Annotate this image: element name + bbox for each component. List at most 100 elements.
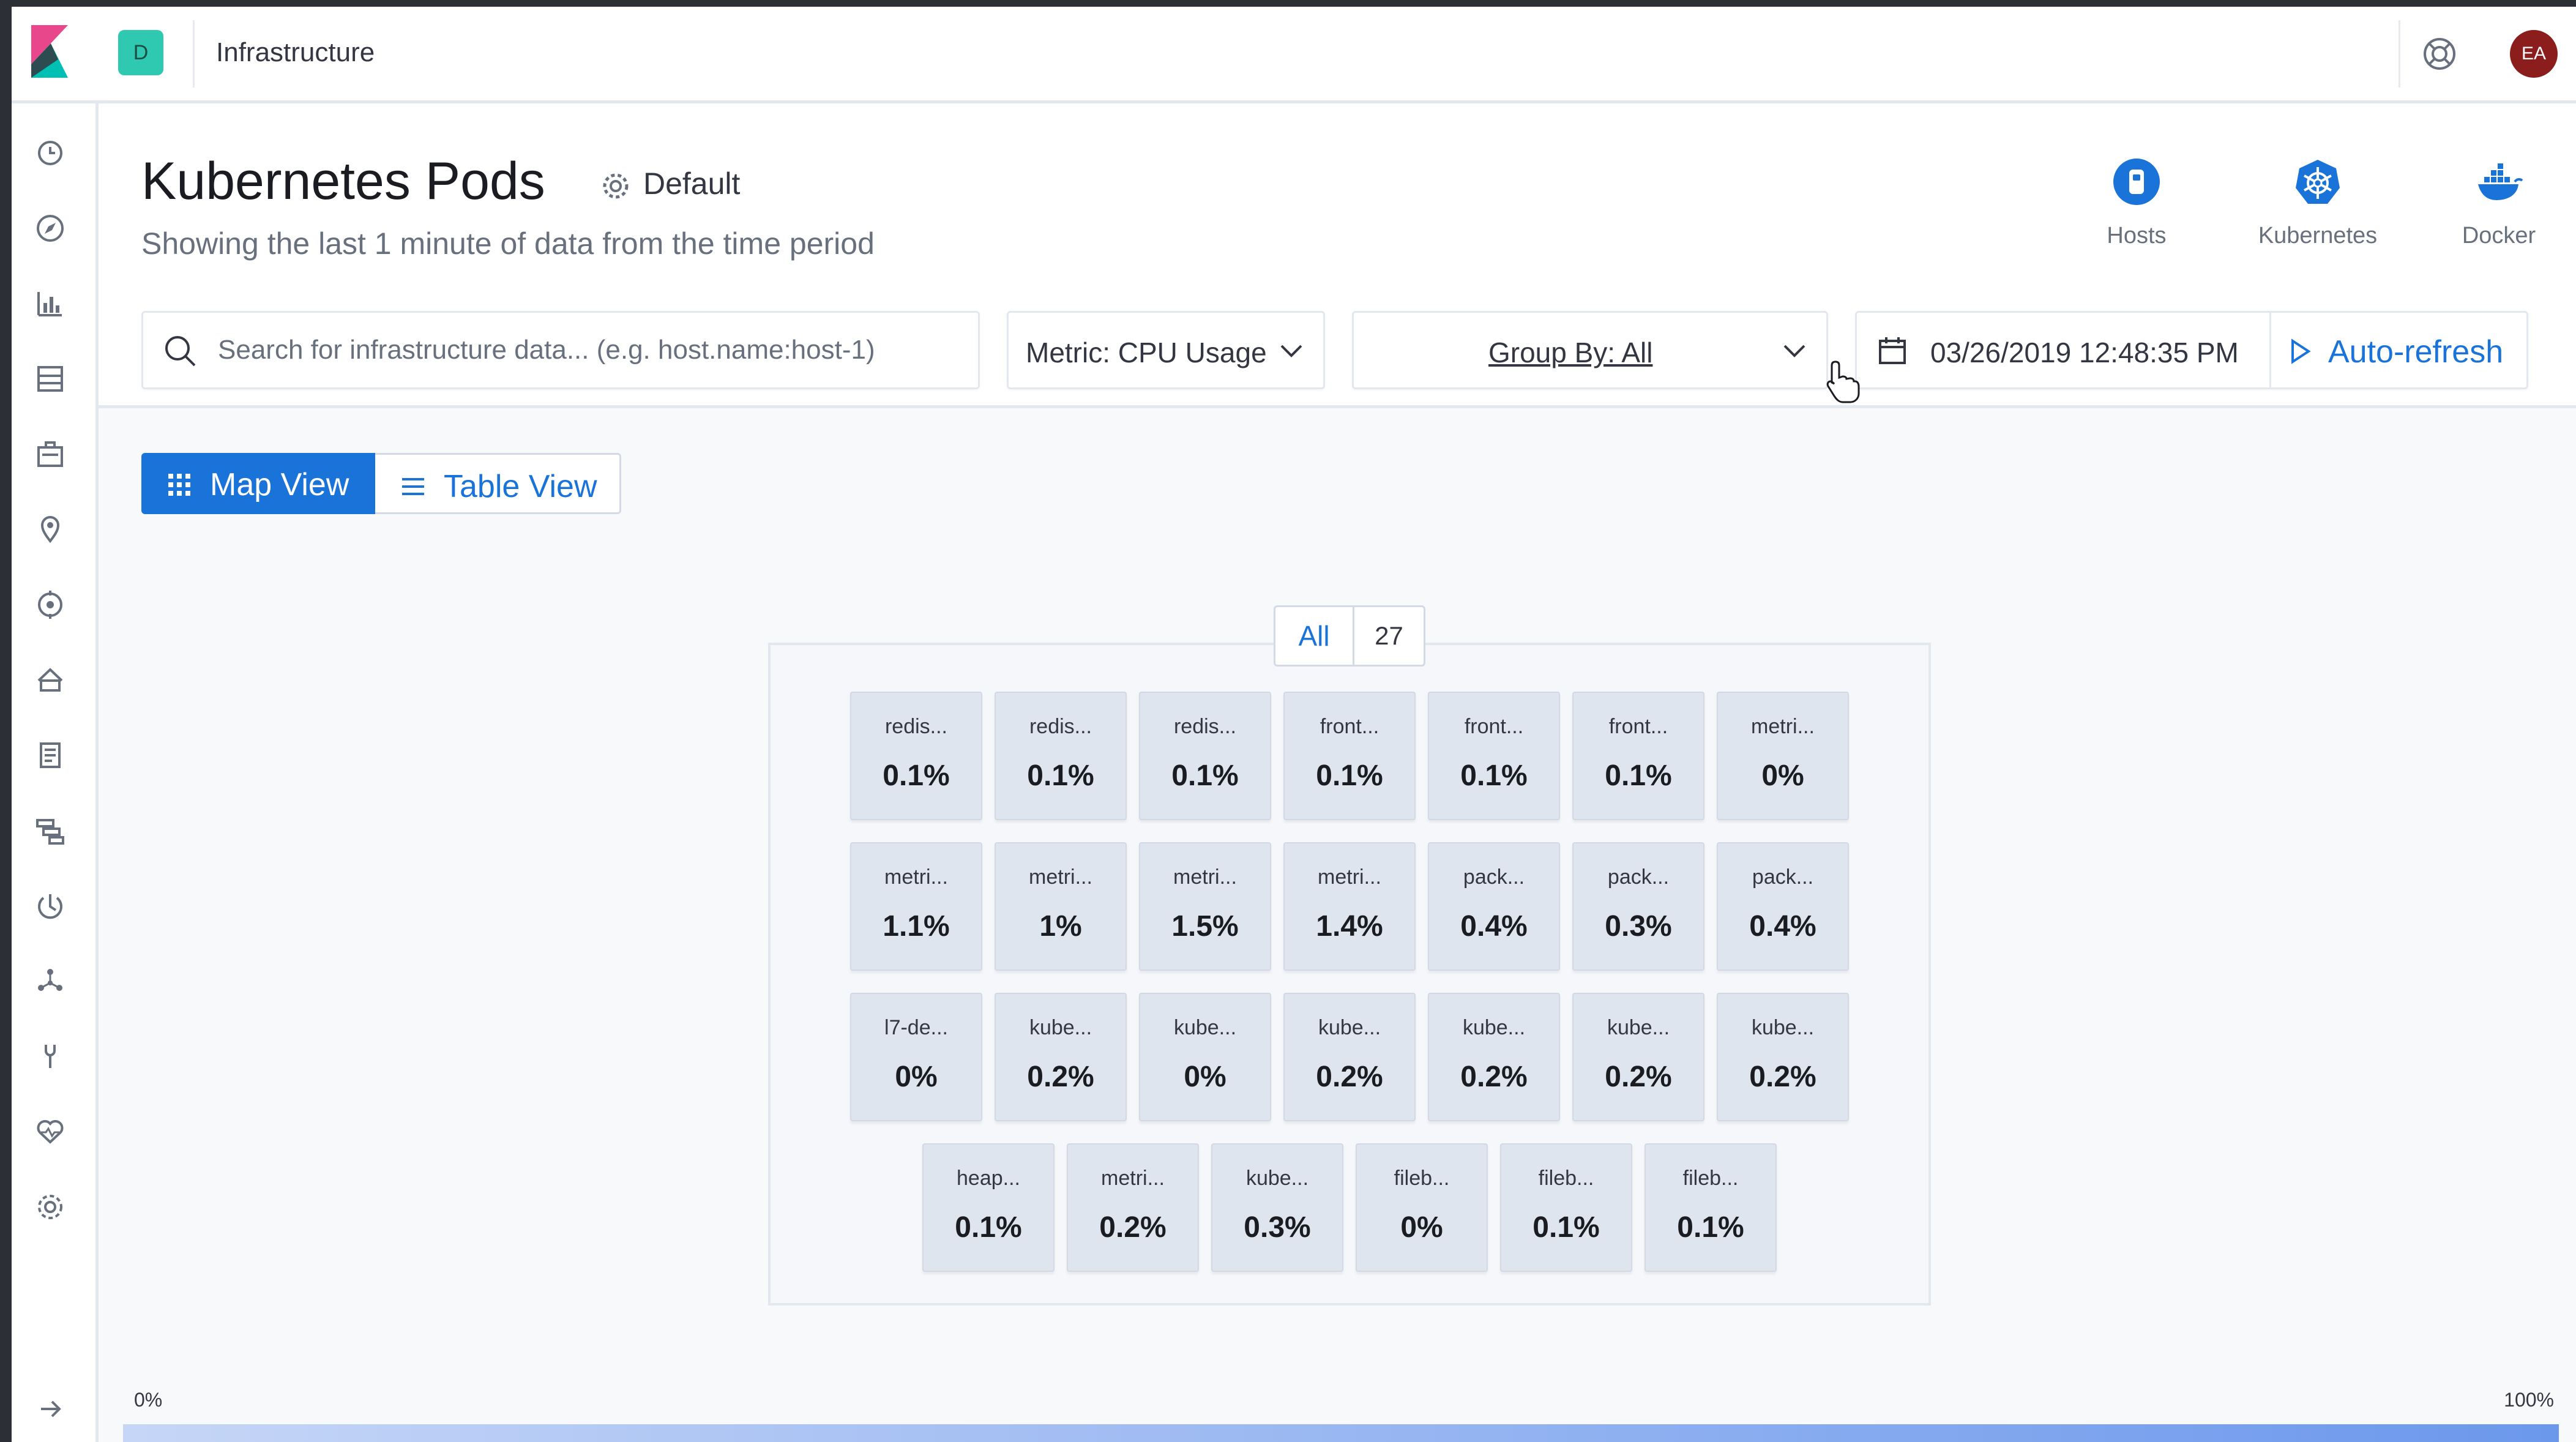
pod-name: metri... (1101, 1167, 1165, 1190)
kibana-logo-icon[interactable] (31, 25, 68, 78)
source-docker[interactable]: Docker (2419, 157, 2576, 249)
pod-value: 1.4% (1316, 910, 1383, 943)
pod-value: 0.1% (1316, 760, 1383, 792)
pod-node[interactable]: redis... 0.1% (995, 692, 1127, 820)
pod-node[interactable]: kube... 0% (1139, 993, 1271, 1121)
monitoring-icon[interactable] (32, 1114, 68, 1149)
datetime-value: 03/26/2019 12:48:35 PM (1930, 337, 2239, 368)
pod-node[interactable]: pack... 0.4% (1717, 842, 1849, 971)
pod-node[interactable]: metri... 1.5% (1139, 842, 1271, 971)
pod-node[interactable]: pack... 0.3% (1572, 842, 1704, 971)
visualize-icon[interactable] (32, 286, 68, 321)
pod-name: kube... (1462, 1016, 1526, 1039)
clock-icon[interactable] (32, 135, 68, 171)
pod-node[interactable]: front... 0.1% (1572, 692, 1704, 820)
pod-node[interactable]: kube... 0.2% (1717, 993, 1849, 1121)
pod-node[interactable]: kube... 0.2% (1428, 993, 1560, 1121)
collapse-arrow-icon[interactable] (32, 1391, 68, 1427)
table-view-label: Table View (444, 469, 597, 504)
pod-value: 1.1% (883, 910, 950, 943)
kubernetes-icon (2296, 160, 2340, 204)
pod-value: 0.3% (1244, 1211, 1311, 1244)
pod-value: 1.5% (1171, 910, 1239, 943)
legend-min-label: 0% (134, 1389, 163, 1411)
top-bar: D Infrastructure EA (12, 7, 2576, 103)
pod-name: front... (1320, 715, 1379, 738)
side-nav (12, 103, 99, 1442)
pod-node[interactable]: heap... 0.1% (922, 1143, 1055, 1272)
dashboard-icon[interactable] (32, 361, 68, 397)
graph-icon[interactable] (32, 963, 68, 999)
auto-refresh-button[interactable]: Auto-refresh (2328, 334, 2503, 370)
pod-node[interactable]: metri... 1.1% (850, 842, 982, 971)
pod-value: 0.3% (1605, 910, 1672, 943)
divider (193, 20, 195, 88)
table-view-button[interactable]: Table View (375, 453, 621, 514)
legend-gradient-bar (123, 1424, 2559, 1442)
pod-value: 0.2% (1099, 1211, 1167, 1244)
uptime-icon[interactable] (32, 888, 68, 924)
search-input[interactable]: Search for infrastructure data... (e.g. … (141, 311, 980, 389)
infrastructure-icon[interactable] (32, 662, 68, 698)
pod-node[interactable]: redis... 0.1% (850, 692, 982, 820)
pod-node[interactable]: metri... 1.4% (1283, 842, 1416, 971)
pod-value: 0% (895, 1061, 938, 1093)
pod-name: metri... (1029, 865, 1092, 889)
pod-node[interactable]: kube... 0.2% (1572, 993, 1704, 1121)
devtools-icon[interactable] (32, 1039, 68, 1074)
pod-value: 0.2% (1460, 1061, 1528, 1093)
source-hosts[interactable]: Hosts (2057, 157, 2216, 249)
group-badge[interactable]: All 27 (1274, 605, 1425, 667)
chevron-down-icon (1280, 345, 1302, 357)
group-label[interactable]: All (1275, 607, 1353, 665)
pod-value: 0.2% (1027, 1061, 1094, 1093)
pod-value: 0.1% (1533, 1211, 1600, 1244)
pod-node[interactable]: front... 0.1% (1283, 692, 1416, 820)
pod-node[interactable]: metri... 0.2% (1067, 1143, 1199, 1272)
compass-icon[interactable] (32, 211, 68, 246)
group-by-dropdown[interactable]: Group By: All (1352, 311, 1828, 389)
source-label: Kubernetes (2258, 223, 2378, 248)
pod-node[interactable]: fileb... 0.1% (1645, 1143, 1777, 1272)
maps-icon[interactable] (32, 512, 68, 547)
metric-dropdown[interactable]: Metric: CPU Usage (1007, 311, 1325, 389)
pod-node[interactable]: kube... 0.3% (1211, 1143, 1343, 1272)
management-icon[interactable] (32, 1189, 68, 1225)
source-kubernetes[interactable]: Kubernetes (2238, 157, 2397, 249)
pod-node[interactable]: pack... 0.4% (1428, 842, 1560, 971)
pod-name: l7-de... (884, 1016, 948, 1039)
logs-icon[interactable] (32, 738, 68, 773)
map-view-button[interactable]: Map View (141, 453, 375, 514)
pod-value: 0.4% (1749, 910, 1816, 943)
pod-node[interactable]: kube... 0.2% (1283, 993, 1416, 1121)
space-avatar[interactable]: D (118, 30, 163, 75)
pod-name: fileb... (1682, 1167, 1739, 1190)
ml-icon[interactable] (32, 587, 68, 622)
date-picker[interactable]: 03/26/2019 12:48:35 PM Auto-refresh (1855, 311, 2528, 389)
user-avatar[interactable]: EA (2510, 30, 2558, 78)
pod-value: 0.2% (1605, 1061, 1672, 1093)
pod-node[interactable]: redis... 0.1% (1139, 692, 1271, 820)
pod-node[interactable]: metri... 1% (995, 842, 1127, 971)
pod-node[interactable]: fileb... 0.1% (1500, 1143, 1632, 1272)
pod-node[interactable]: fileb... 0% (1356, 1143, 1488, 1272)
apm-icon[interactable] (32, 813, 68, 848)
pod-value: 0.1% (1460, 760, 1528, 792)
pod-value: 0.1% (883, 760, 950, 792)
saved-view-selector[interactable]: Default (643, 166, 740, 201)
pod-node[interactable]: l7-de... 0% (850, 993, 982, 1121)
canvas-icon[interactable] (32, 436, 68, 472)
pod-node[interactable]: kube... 0.2% (995, 993, 1127, 1121)
gear-icon[interactable] (599, 170, 632, 203)
source-label: Docker (2462, 223, 2536, 248)
page-title: Kubernetes Pods (141, 152, 545, 211)
help-icon[interactable] (2422, 36, 2457, 72)
group-count: 27 (1375, 621, 1403, 650)
divider (2269, 313, 2271, 387)
play-icon[interactable] (2285, 337, 2313, 365)
pod-node[interactable]: front... 0.1% (1428, 692, 1560, 820)
group-by-label: Group By: All (1488, 337, 1653, 368)
page-subtitle: Showing the last 1 minute of data from t… (141, 226, 875, 261)
pod-node[interactable]: metri... 0% (1717, 692, 1849, 820)
source-label: Hosts (2107, 223, 2167, 248)
